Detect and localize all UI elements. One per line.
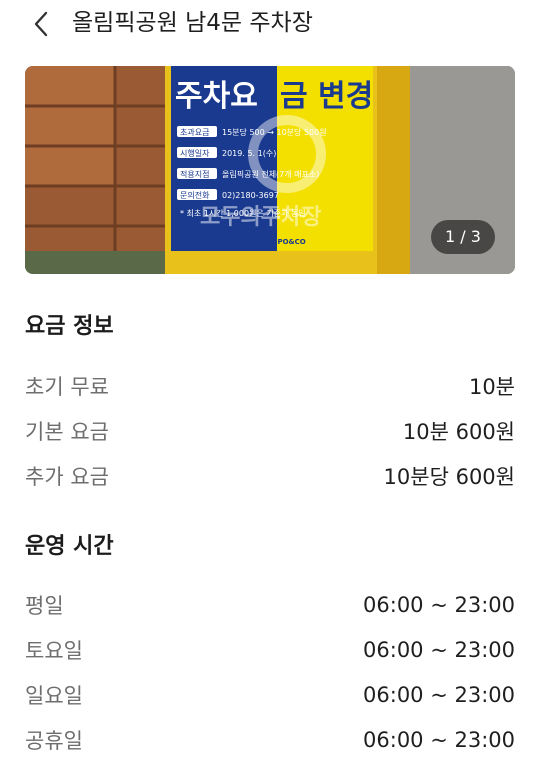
sign-logo: KSPO&CO: [267, 238, 306, 246]
hours-section-title: 운영 시간: [25, 534, 114, 559]
hours-label: 토요일: [25, 639, 83, 663]
back-button[interactable]: [28, 9, 54, 39]
fee-value: 10분당 600원: [383, 465, 515, 489]
parking-photo-carousel[interactable]: 주차요 금 변경 초과요금 15분당 500 → 10분당 500원 시행일자 …: [25, 66, 515, 274]
hours-value: 06:00 ~ 23:00: [363, 593, 515, 617]
hours-value: 06:00 ~ 23:00: [363, 683, 515, 707]
fee-value: 10분 600원: [402, 420, 515, 444]
hours-value: 06:00 ~ 23:00: [363, 728, 515, 752]
svg-text:02)2180-3697: 02)2180-3697: [222, 191, 279, 200]
fee-row-basic: 기본 요금 10분 600원: [25, 414, 515, 448]
hours-row-holiday: 공휴일 06:00 ~ 23:00: [25, 723, 515, 757]
svg-text:문의전화: 문의전화: [180, 190, 210, 200]
hours-label: 평일: [25, 594, 64, 618]
svg-text:초과요금: 초과요금: [180, 128, 209, 137]
fee-row-initial-free: 초기 무료 10분: [25, 369, 515, 403]
chevron-left-icon: [34, 11, 48, 37]
fee-row-additional: 추가 요금 10분당 600원: [25, 459, 515, 493]
fee-label: 초기 무료: [25, 375, 109, 399]
hours-row-weekday: 평일 06:00 ~ 23:00: [25, 588, 515, 622]
fee-value: 10분: [468, 375, 515, 399]
svg-text:적용지점: 적용지점: [180, 169, 209, 179]
watermark-text: 모두의주차장: [200, 205, 321, 230]
svg-text:시행일자: 시행일자: [180, 148, 210, 158]
fee-label: 추가 요금: [25, 465, 109, 489]
top-bar: 올림픽공원 남4문 주차장: [0, 0, 540, 46]
hours-label: 일요일: [25, 684, 83, 708]
sign-title-part2: 금 변경: [280, 79, 373, 114]
hours-row-saturday: 토요일 06:00 ~ 23:00: [25, 633, 515, 667]
sign-title-part1: 주차요: [175, 79, 258, 114]
hours-label: 공휴일: [25, 729, 83, 753]
hours-row-sunday: 일요일 06:00 ~ 23:00: [25, 678, 515, 712]
fee-section-title: 요금 정보: [25, 314, 114, 339]
hours-value: 06:00 ~ 23:00: [363, 638, 515, 662]
fee-label: 기본 요금: [25, 420, 109, 444]
page-title: 올림픽공원 남4문 주차장: [72, 10, 313, 36]
image-pager-badge: 1 / 3: [431, 220, 495, 254]
